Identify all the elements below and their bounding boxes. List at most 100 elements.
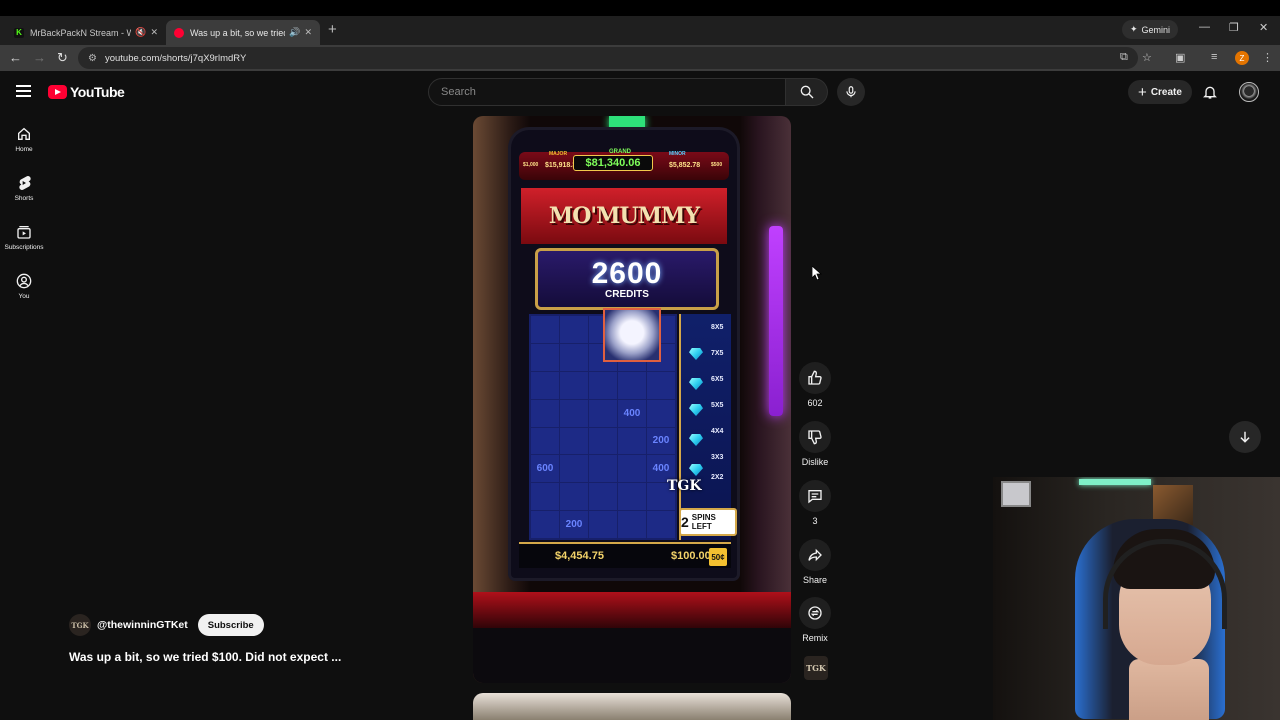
short-title[interactable]: Was up a bit, so we tried $100. Did not … — [69, 650, 341, 664]
spins-label: SPINS LEFT — [691, 513, 716, 531]
address-bar[interactable]: ⚙ youtube.com/shorts/j7qX9rlmdRY — [78, 47, 1138, 69]
spins-left-badge: 2 SPINS LEFT — [679, 508, 737, 536]
next-video-button[interactable] — [1229, 421, 1261, 453]
minimize-window-icon[interactable]: — — [1199, 21, 1210, 33]
install-app-icon[interactable]: ⧉ — [1120, 51, 1128, 64]
browser-tab-youtube[interactable]: Was up a bit, so we tried $1 🔊 ✕ — [166, 20, 320, 45]
restore-window-icon[interactable]: ❐ — [1229, 21, 1239, 34]
diamond-gem-icon — [689, 464, 703, 476]
forward-arrow-icon[interactable]: → — [33, 50, 46, 65]
comment-count: 3 — [812, 516, 818, 526]
youtube-logo[interactable]: YouTube — [48, 84, 125, 100]
credit-amount: $4,454.75 — [555, 550, 604, 562]
game-title: MO'MUMMY — [521, 188, 727, 244]
search-icon — [800, 85, 813, 99]
media-controls-icon[interactable]: ≡ — [1211, 51, 1217, 63]
audio-playing-icon[interactable]: 🔊 — [289, 27, 300, 38]
gemini-button[interactable]: ✦ Gemini — [1122, 20, 1178, 39]
tgk-watermark: TGK — [667, 478, 702, 494]
dislike-button[interactable]: Dislike — [797, 421, 833, 467]
spins-count: 2 — [681, 514, 689, 530]
site-info-icon[interactable]: ⚙ — [88, 53, 97, 64]
multiplier-label: 5X5 — [711, 402, 724, 409]
browser-profile-avatar[interactable]: Z — [1235, 51, 1249, 65]
mini-jackpot: $1,000 — [523, 162, 539, 168]
multiplier-label: 4X4 — [711, 428, 724, 435]
shorts-icon — [19, 175, 31, 191]
sidebar-item-label: Subscriptions — [4, 244, 44, 251]
grand-jackpot: $81,340.06 — [573, 155, 653, 171]
remix-button[interactable]: Remix — [797, 597, 833, 643]
like-count: 602 — [807, 398, 823, 408]
multiplier-label: 7X5 — [711, 350, 724, 357]
channel-avatar[interactable]: TGK — [69, 614, 91, 636]
credits-banner: 2600 CREDITS — [535, 248, 719, 310]
reel-value: 200 — [647, 427, 675, 455]
next-short-preview[interactable] — [473, 693, 791, 720]
muted-audio-icon[interactable]: 🔇 — [135, 27, 146, 38]
shorts-video-player[interactable]: MAJOR $1,000 $15,918.30 GRAND MINOR $5,8… — [473, 116, 791, 683]
streamer — [1099, 529, 1235, 720]
arrow-down-icon — [1240, 431, 1250, 443]
maxi-jackpot: $500 — [711, 162, 723, 168]
account-avatar[interactable] — [1239, 82, 1259, 102]
extensions-icon[interactable]: ▣ — [1175, 51, 1185, 64]
voice-search-button[interactable] — [837, 78, 865, 106]
comment-icon — [808, 490, 822, 504]
minor-jackpot: $5,852.78 — [669, 162, 701, 169]
subscribe-button[interactable]: Subscribe — [197, 614, 264, 636]
youtube-play-icon — [48, 85, 67, 99]
search-box — [428, 78, 786, 106]
remix-label: Remix — [802, 633, 828, 643]
browser-toolbar: ← → ↻ ⚙ youtube.com/shorts/j7qX9rlmdRY ⧉… — [0, 45, 1280, 71]
reload-icon[interactable]: ↻ — [57, 50, 68, 66]
sidebar-item-shorts[interactable]: Shorts — [0, 173, 48, 202]
reel-value: 200 — [560, 511, 588, 538]
reel-value: 400 — [618, 399, 646, 427]
sidebar-item-you[interactable]: You — [0, 271, 48, 300]
sidebar-item-home[interactable]: Home — [0, 124, 48, 153]
you-icon — [16, 273, 32, 289]
webcam-led-light — [1079, 479, 1151, 485]
comments-button[interactable]: 3 — [797, 480, 833, 526]
channel-thumbnail[interactable]: TGK — [804, 656, 828, 680]
browser-tab-kick[interactable]: K MrBackPackN Stream - Wa 🔇 ✕ — [6, 20, 166, 45]
os-top-bar — [0, 0, 1280, 16]
create-label: Create — [1150, 86, 1182, 98]
dislike-label: Dislike — [801, 457, 829, 467]
diamond-gem-icon — [689, 348, 703, 360]
multiplier-label: 3X3 — [711, 454, 724, 461]
search-button[interactable] — [786, 78, 828, 106]
thumbs-up-icon — [808, 370, 822, 385]
close-window-icon[interactable]: ✕ — [1259, 21, 1268, 34]
tab-title: MrBackPackN Stream - Wa — [30, 27, 132, 38]
share-button[interactable]: Share — [797, 539, 833, 585]
sidebar-item-label: Shorts — [14, 195, 34, 202]
neon-light-strip — [769, 226, 783, 416]
url-text: youtube.com/shorts/j7qX9rlmdRY — [104, 52, 247, 64]
youtube-header: YouTube + Create — [0, 72, 1280, 112]
guide-menu-icon[interactable] — [16, 85, 31, 97]
channel-handle[interactable]: @thewinninGTKet — [97, 619, 188, 631]
credit-bet-bar: $4,454.75 $100.00 50¢ — [519, 542, 731, 568]
plus-icon: + — [1138, 83, 1147, 101]
search-input[interactable] — [441, 86, 785, 98]
exit-sign — [609, 116, 645, 130]
logo-wordmark: YouTube — [70, 84, 125, 100]
tab-title: Was up a bit, so we tried $1 — [190, 27, 285, 38]
create-button[interactable]: + Create — [1128, 80, 1192, 104]
notifications-bell-icon[interactable] — [1202, 84, 1218, 100]
close-tab-icon[interactable]: ✕ — [150, 27, 158, 38]
bookmark-star-icon[interactable]: ☆ — [1142, 51, 1152, 64]
sidebar-item-subscriptions[interactable]: Subscriptions — [0, 222, 48, 251]
new-tab-button[interactable]: + — [328, 21, 337, 38]
browser-menu-icon[interactable]: ⋮ — [1262, 51, 1273, 64]
back-arrow-icon[interactable]: ← — [9, 50, 22, 65]
multiplier-label: 6X5 — [711, 376, 724, 383]
kick-logo-icon: K — [14, 27, 24, 38]
mummy-symbol — [603, 308, 661, 362]
close-tab-icon[interactable]: ✕ — [304, 27, 312, 38]
like-button[interactable]: 602 — [797, 362, 833, 408]
diamond-gem-icon — [689, 404, 703, 416]
streamer-webcam — [993, 477, 1280, 720]
